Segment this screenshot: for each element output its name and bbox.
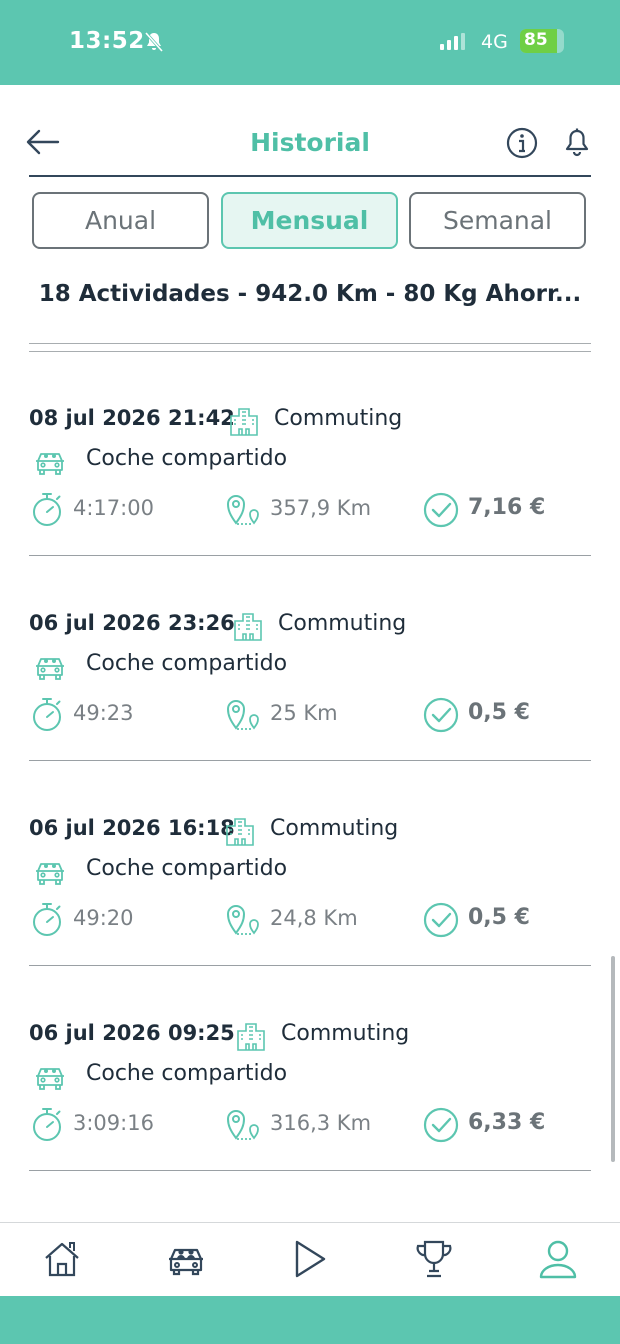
home-icon[interactable]: [42, 1239, 82, 1279]
activity-card[interactable]: 06 jul 2026 09:25 Commuting Coche compar…: [29, 1021, 591, 1171]
trophy-icon[interactable]: [414, 1239, 454, 1279]
car-icon: [34, 856, 66, 886]
activity-summary: 18 Actividades - 942.0 Km - 80 Kg Ahorr.…: [38, 281, 582, 307]
route-pin-icon: [225, 902, 263, 936]
activity-date: 08 jul 2026 21:42: [29, 406, 235, 430]
activity-card[interactable]: 06 jul 2026 16:18 Commuting Coche compar…: [29, 816, 591, 966]
activity-amount: 7,16 €: [468, 495, 546, 520]
stopwatch-icon: [31, 901, 63, 937]
network-type: 4G: [481, 31, 508, 53]
activity-mode: Coche compartido: [86, 1061, 288, 1086]
activity-amount: 0,5 €: [468, 905, 530, 930]
status-bar: 13:52 4G 85: [0, 0, 620, 85]
activity-category: Commuting: [274, 406, 403, 431]
activity-category: Commuting: [281, 1021, 410, 1046]
activity-amount: 0,5 €: [468, 700, 530, 725]
car-icon: [34, 1061, 66, 1091]
activity-card[interactable]: 08 jul 2026 21:42 Commuting Coche compar…: [29, 406, 591, 556]
activity-mode: Coche compartido: [86, 446, 288, 471]
activity-date: 06 jul 2026 23:26: [29, 611, 235, 635]
activity-distance: 25 Km: [270, 701, 338, 725]
bottom-nav: [0, 1222, 620, 1296]
tab-semanal[interactable]: Semanal: [409, 192, 586, 249]
route-pin-icon: [225, 492, 263, 526]
car-icon: [34, 446, 66, 476]
check-circle-icon: [423, 1107, 459, 1143]
building-icon: [229, 406, 259, 436]
car-icon[interactable]: [166, 1239, 206, 1279]
building-icon: [233, 611, 263, 641]
check-circle-icon: [423, 492, 459, 528]
stopwatch-icon: [31, 696, 63, 732]
activity-mode: Coche compartido: [86, 651, 288, 676]
scrollbar[interactable]: [611, 956, 615, 1162]
activity-category: Commuting: [270, 816, 399, 841]
info-icon[interactable]: [505, 126, 539, 160]
bell-muted-icon: [144, 32, 164, 52]
building-icon: [225, 816, 255, 846]
status-time: 13:52: [69, 28, 145, 54]
activity-distance: 357,9 Km: [270, 496, 372, 520]
activity-date: 06 jul 2026 09:25: [29, 1021, 235, 1045]
check-circle-icon: [423, 697, 459, 733]
activity-duration: 4:17:00: [73, 496, 154, 520]
tab-anual[interactable]: Anual: [32, 192, 209, 249]
summary-divider: [29, 343, 591, 352]
activity-duration: 49:20: [73, 906, 134, 930]
tab-mensual[interactable]: Mensual: [221, 192, 398, 249]
car-icon: [34, 651, 66, 681]
header-divider: [29, 175, 591, 177]
system-bottom-bar: [0, 1296, 620, 1344]
activity-duration: 3:09:16: [73, 1111, 154, 1135]
route-pin-icon: [225, 697, 263, 731]
route-pin-icon: [225, 1107, 263, 1141]
stopwatch-icon: [31, 1106, 63, 1142]
activity-distance: 24,8 Km: [270, 906, 358, 930]
battery-icon: 85: [520, 29, 564, 53]
play-icon[interactable]: [290, 1239, 330, 1279]
activity-date: 06 jul 2026 16:18: [29, 816, 235, 840]
notification-bell-icon[interactable]: [563, 128, 591, 158]
activity-duration: 49:23: [73, 701, 134, 725]
activity-distance: 316,3 Km: [270, 1111, 372, 1135]
profile-icon[interactable]: [538, 1239, 578, 1279]
activity-amount: 6,33 €: [468, 1110, 546, 1135]
header: Historial: [0, 85, 620, 177]
activity-category: Commuting: [278, 611, 407, 636]
activity-card[interactable]: 06 jul 2026 23:26 Commuting Coche compar…: [29, 611, 591, 761]
signal-icon: [440, 33, 465, 50]
activity-mode: Coche compartido: [86, 856, 288, 881]
building-icon: [236, 1021, 266, 1051]
stopwatch-icon: [31, 491, 63, 527]
battery-level: 85: [524, 30, 548, 50]
screen: 13:52 4G 85 Historial Anual Mensual Sema…: [0, 0, 620, 1344]
check-circle-icon: [423, 902, 459, 938]
